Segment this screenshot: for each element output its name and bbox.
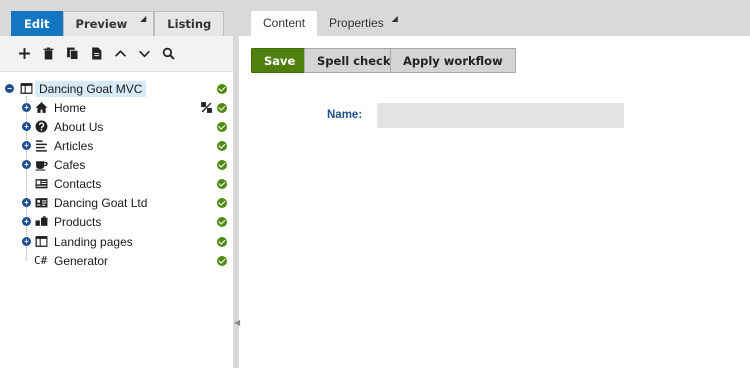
- list-icon: [34, 139, 48, 153]
- mode-switcher: Edit Preview ◢ Listing: [11, 11, 225, 36]
- copy-icon[interactable]: [60, 42, 84, 66]
- dropdown-arrow-icon[interactable]: ◢: [140, 6, 146, 31]
- tab-properties[interactable]: Properties ◢: [317, 11, 404, 36]
- tree-node[interactable]: Contacts: [0, 174, 233, 193]
- published-status-icon: [217, 102, 227, 113]
- tree-root-label[interactable]: Dancing Goat MVC: [35, 80, 147, 97]
- collapse-icon[interactable]: −: [5, 84, 14, 93]
- delete-icon[interactable]: [36, 42, 60, 66]
- expand-icon[interactable]: +: [22, 141, 31, 150]
- published-status-icon: [217, 140, 227, 151]
- chevron-down-icon[interactable]: [132, 42, 156, 66]
- tree-node[interactable]: + Cafes: [0, 155, 233, 174]
- save-button[interactable]: Save: [251, 48, 309, 73]
- name-field[interactable]: [377, 103, 624, 128]
- tree-node-label[interactable]: Products: [54, 215, 101, 229]
- tree-node-label[interactable]: Dancing Goat Ltd: [54, 196, 147, 210]
- collapse-pane-icon[interactable]: ◀: [234, 318, 240, 328]
- expand-icon[interactable]: +: [22, 237, 31, 246]
- expand-icon[interactable]: +: [22, 103, 31, 112]
- tree-node-label[interactable]: About Us: [54, 120, 103, 134]
- tree-node[interactable]: + About Us: [0, 117, 233, 136]
- expand-icon[interactable]: +: [22, 217, 31, 226]
- tree-node-label[interactable]: Landing pages: [54, 235, 133, 249]
- layout-icon: [34, 235, 48, 249]
- content-tabs: Content Properties ◢: [251, 11, 404, 36]
- published-status-icon: [217, 159, 227, 170]
- cup-icon: [34, 158, 48, 172]
- apply-workflow-button[interactable]: Apply workflow: [390, 48, 516, 73]
- name-label: Name:: [327, 109, 363, 121]
- tree-node[interactable]: + Dancing Goat Ltd: [0, 193, 233, 212]
- published-status-icon: [217, 83, 227, 94]
- tree-node-label[interactable]: Cafes: [54, 158, 85, 172]
- tree-node[interactable]: + Landing pages: [0, 232, 233, 251]
- csharp-icon: C#: [34, 254, 48, 267]
- id-card-icon: [34, 196, 48, 210]
- tree-node[interactable]: C# Generator: [0, 251, 233, 270]
- tree-toolbar: [0, 36, 233, 72]
- spell-check-button[interactable]: Spell check: [304, 48, 404, 73]
- edit-mode-button[interactable]: Edit: [11, 11, 63, 36]
- products-icon: [34, 215, 48, 229]
- tab-content[interactable]: Content: [251, 11, 318, 36]
- published-status-icon: [217, 255, 227, 266]
- tree-node[interactable]: + Products: [0, 212, 233, 231]
- published-status-icon: [217, 236, 227, 247]
- tree-node-label[interactable]: Home: [54, 101, 86, 115]
- site-icon: [19, 82, 33, 96]
- document-icon[interactable]: [84, 42, 108, 66]
- tree-node[interactable]: + Articles: [0, 136, 233, 155]
- question-icon: [34, 120, 48, 134]
- home-icon: [34, 101, 48, 115]
- published-status-icon: [217, 197, 227, 208]
- published-status-icon: [217, 121, 227, 132]
- workflow-icon: [199, 101, 213, 115]
- chevron-up-icon[interactable]: [108, 42, 132, 66]
- expand-icon[interactable]: +: [22, 198, 31, 207]
- tree-node-label[interactable]: Articles: [54, 139, 93, 153]
- tree-node-label[interactable]: Generator: [54, 254, 108, 268]
- listing-mode-button[interactable]: Listing: [154, 11, 225, 36]
- preview-label: Preview: [75, 17, 128, 31]
- contact-card-icon: [34, 177, 48, 191]
- tree-node[interactable]: + Home: [0, 98, 233, 117]
- dropdown-arrow-icon[interactable]: ◢: [392, 6, 398, 31]
- published-status-icon: [217, 178, 227, 189]
- preview-mode-button[interactable]: Preview ◢: [62, 11, 155, 36]
- plus-icon[interactable]: [12, 42, 36, 66]
- properties-label: Properties: [329, 16, 384, 30]
- search-icon[interactable]: [156, 42, 180, 66]
- tree-node-root[interactable]: − Dancing Goat MVC: [0, 79, 233, 98]
- published-status-icon: [217, 216, 227, 227]
- expand-icon[interactable]: +: [22, 160, 31, 169]
- tree-node-label[interactable]: Contacts: [54, 177, 101, 191]
- expand-icon[interactable]: +: [22, 122, 31, 131]
